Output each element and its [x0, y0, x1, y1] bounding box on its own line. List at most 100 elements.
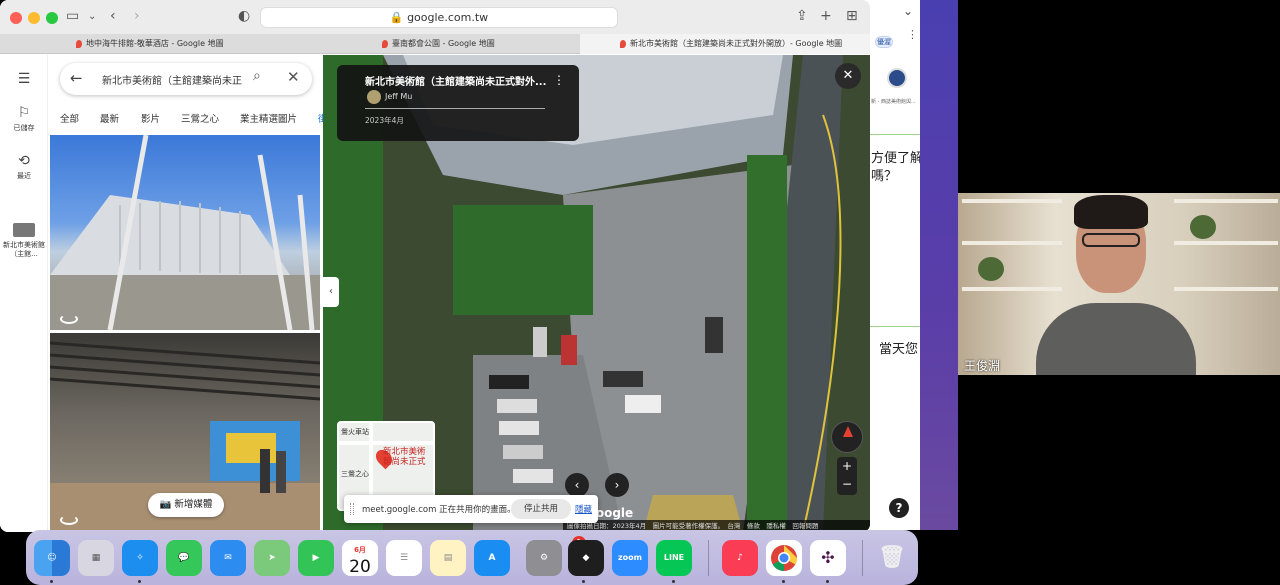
- compass-button[interactable]: [831, 421, 863, 453]
- doc-tiny-text: 新 - 西誌美術館與...: [871, 99, 916, 105]
- shelf: [962, 241, 1062, 245]
- doc-chip[interactable]: 優渥: [875, 36, 893, 48]
- figma-icon[interactable]: ◆: [568, 540, 604, 576]
- photo-thumbnail-museum-exterior[interactable]: [50, 135, 320, 330]
- system-settings-icon[interactable]: ⚙: [526, 540, 562, 576]
- author-name[interactable]: Jeff Mu: [385, 92, 412, 101]
- menu-button[interactable]: ☰: [0, 71, 48, 89]
- maps-icon[interactable]: ➤: [254, 540, 290, 576]
- new-tab-icon[interactable]: +: [820, 8, 832, 24]
- share-icon[interactable]: ⇪: [796, 8, 808, 24]
- minimize-window-button[interactable]: [28, 12, 40, 24]
- previous-photo-button[interactable]: ‹: [565, 473, 589, 497]
- more-options-icon[interactable]: ⋮: [553, 73, 565, 87]
- finder-icon[interactable]: ☺: [34, 540, 70, 576]
- zoom-in-button[interactable]: +: [837, 457, 857, 475]
- add-media-button[interactable]: 📷 新增媒體: [148, 493, 224, 517]
- tab-tainan-park[interactable]: 臺南都會公園 - Google 地圖: [376, 34, 586, 54]
- sidebar-icon[interactable]: ▭: [66, 8, 79, 24]
- photo-category-tabs: 全部 最新 影片 三鶯之心 業主精選圖片 街: [48, 111, 328, 133]
- next-photo-button[interactable]: ›: [605, 473, 629, 497]
- chevron-down-icon[interactable]: ⌄: [903, 4, 913, 18]
- zoom-out-button[interactable]: −: [837, 475, 857, 493]
- recent-place-museum[interactable]: 新北市美術館（主館...: [0, 223, 48, 259]
- search-icon[interactable]: ⌕: [253, 68, 261, 84]
- photo-info-card: 新北市美術館（主館建築尚未正式對外... ⋮ Jeff Mu 2023年4月: [337, 65, 579, 141]
- maps-pin-icon: [382, 39, 388, 48]
- share-message: meet.google.com 正在共用你的畫面。: [362, 505, 516, 515]
- shield-icon[interactable]: ◐: [238, 8, 250, 24]
- slack-icon[interactable]: ✣: [810, 540, 846, 576]
- notes-icon[interactable]: ▤: [430, 540, 466, 576]
- tab-owner-photos[interactable]: 業主精選圖片: [240, 111, 297, 125]
- saved-button[interactable]: ⚐ 已儲存: [0, 105, 48, 133]
- close-street-view-button[interactable]: ✕: [835, 63, 861, 89]
- launchpad-icon[interactable]: ▦: [78, 540, 114, 576]
- bookmark-icon: ⚐: [17, 105, 31, 121]
- back-icon[interactable]: ‹: [110, 8, 116, 24]
- trash-icon[interactable]: 🗑: [874, 540, 910, 576]
- close-icon[interactable]: ✕: [287, 68, 300, 86]
- shelf: [1174, 241, 1278, 245]
- calendar-icon[interactable]: 6月 20: [342, 540, 378, 576]
- more-icon[interactable]: ⋮: [907, 28, 918, 41]
- tab-bar: 地中海牛排館-敬華酒店 - Google 地圖 臺南都會公園 - Google …: [0, 34, 870, 54]
- address-bar[interactable]: 🔒 google.com.tw: [260, 7, 618, 28]
- mini-map-label-heart: 三鶯之心: [341, 470, 369, 478]
- search-input[interactable]: 新北市美術館（主館建築尚未正: [102, 72, 244, 87]
- line-icon[interactable]: LINE: [656, 540, 692, 576]
- compass-needle-icon: [843, 426, 853, 437]
- app-store-icon[interactable]: A: [474, 540, 510, 576]
- facetime-icon[interactable]: ▶: [298, 540, 334, 576]
- participant-name: 王俊淵: [964, 359, 1001, 373]
- profile-avatar: [887, 68, 907, 88]
- running-indicator: [582, 580, 585, 583]
- tab-art-museum[interactable]: 新北市美術館（主館建築尚未正式對外開放）- Google 地圖: [580, 34, 870, 54]
- recent-button[interactable]: ⟲ 最近: [0, 153, 48, 181]
- place-thumbnail: [13, 223, 35, 237]
- tab-title: 臺南都會公園 - Google 地圖: [392, 39, 495, 48]
- maps-pin-icon: [620, 39, 626, 48]
- zoom-controls[interactable]: + −: [837, 457, 857, 495]
- drag-handle-icon[interactable]: [350, 503, 354, 515]
- collapse-panel-button[interactable]: ‹: [323, 277, 339, 307]
- tab-overview-icon[interactable]: ⊞: [846, 8, 858, 24]
- close-window-button[interactable]: [10, 12, 22, 24]
- doc-question-2: 當天您: [879, 342, 919, 357]
- forward-icon[interactable]: ›: [134, 8, 140, 24]
- author-avatar[interactable]: [367, 90, 381, 104]
- stop-sharing-button[interactable]: 停止共用: [511, 499, 571, 519]
- zoom-window-button[interactable]: [46, 12, 58, 24]
- screen-share-bar: meet.google.com 正在共用你的畫面。 停止共用 隱藏: [344, 495, 598, 523]
- museum-exterior-image: [50, 135, 320, 330]
- tab-sanying[interactable]: 三鶯之心: [181, 111, 219, 125]
- back-arrow-icon[interactable]: ←: [70, 69, 83, 87]
- search-box[interactable]: ← 新北市美術館（主館建築尚未正 ⌕ ✕: [60, 63, 312, 95]
- zoom-icon[interactable]: zoom: [612, 540, 648, 576]
- tab-steakhouse[interactable]: 地中海牛排館-敬華酒店 - Google 地圖: [70, 34, 290, 54]
- safari-icon[interactable]: ✧: [122, 540, 158, 576]
- reminders-icon[interactable]: ☰: [386, 540, 422, 576]
- capture-date: 2023年4月: [365, 116, 404, 125]
- music-icon[interactable]: ♪: [722, 540, 758, 576]
- help-icon[interactable]: ?: [889, 498, 909, 518]
- hide-share-bar-button[interactable]: 隱藏: [575, 503, 592, 515]
- tab-videos[interactable]: 影片: [141, 111, 160, 125]
- doc-question-line1: 方便了解: [871, 151, 920, 166]
- street-view-viewer[interactable]: 新北市美術館（主館建築尚未正式對外... ⋮ Jeff Mu 2023年4月 ✕…: [323, 55, 870, 532]
- title-bar: ▭ ⌄ ‹ › ◐ ⇪ + ⊞ 🔒 google.com.tw: [0, 0, 870, 34]
- divider: [863, 134, 920, 135]
- mail-icon[interactable]: ✉: [210, 540, 246, 576]
- history-icon: ⟲: [18, 153, 30, 169]
- tab-latest[interactable]: 最新: [100, 111, 119, 125]
- tab-all[interactable]: 全部: [60, 111, 79, 125]
- chrome-icon[interactable]: [766, 540, 802, 576]
- background-doc-window[interactable]: ⌄ 優渥 ⋮ 新 - 西誌美術館與... 方便了解 嗎？ 當天您 ?: [862, 0, 920, 530]
- safari-window: ▭ ⌄ ‹ › ◐ ⇪ + ⊞ 🔒 google.com.tw 地中海牛排館-敬…: [0, 0, 870, 532]
- saved-label: 已儲存: [13, 124, 35, 132]
- messages-icon[interactable]: 💬: [166, 540, 202, 576]
- shelf: [1174, 199, 1278, 203]
- dock-separator: [708, 540, 709, 576]
- shelf: [962, 287, 1062, 291]
- chevron-down-icon[interactable]: ⌄: [88, 11, 96, 22]
